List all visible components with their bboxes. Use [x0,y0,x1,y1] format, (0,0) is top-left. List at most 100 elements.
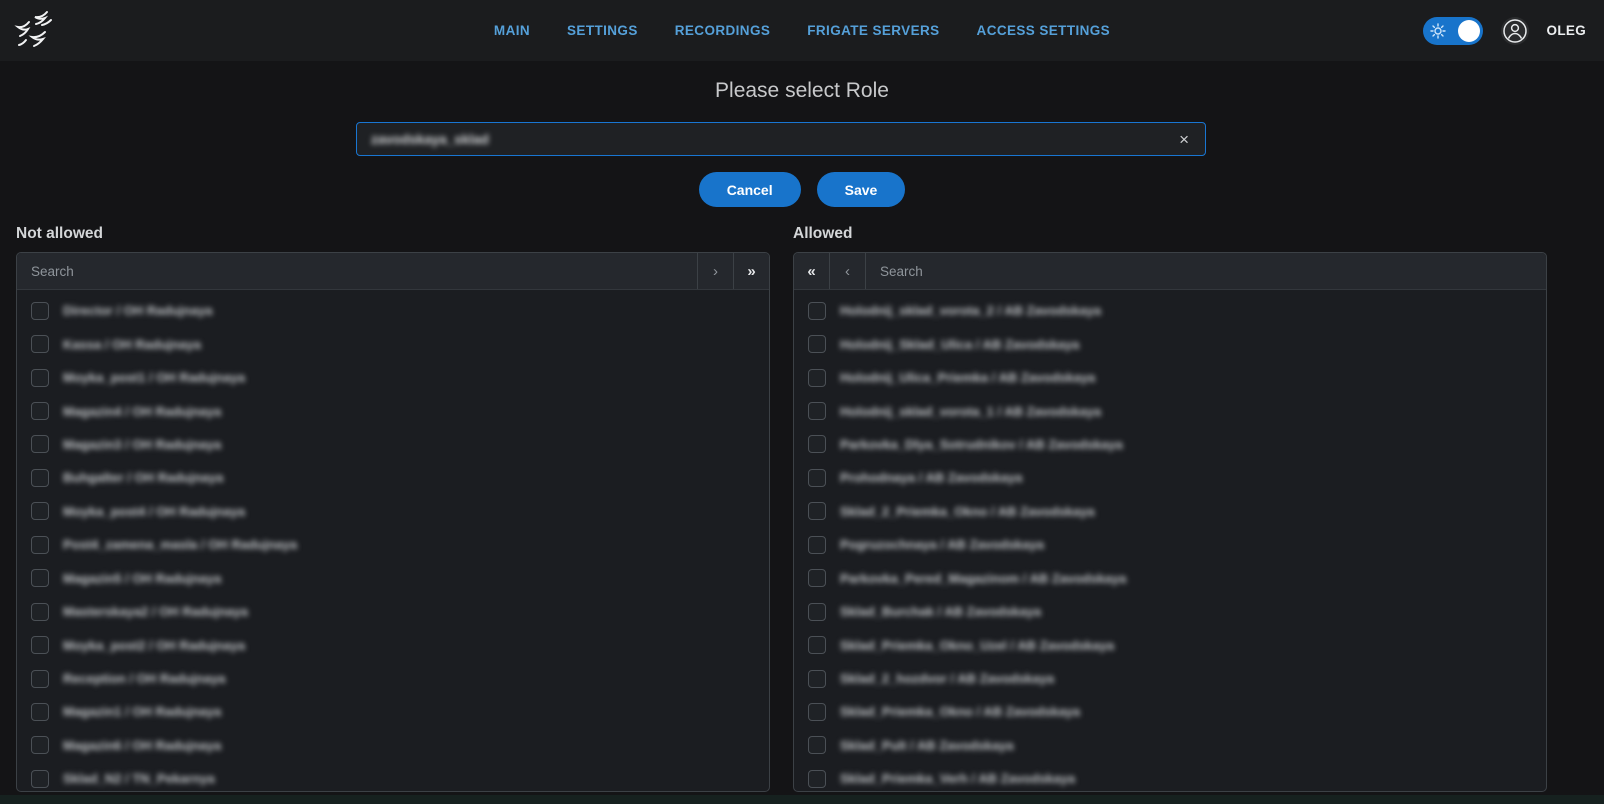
item-checkbox[interactable] [31,770,49,788]
item-checkbox[interactable] [31,435,49,453]
nav-item-settings[interactable]: SETTINGS [567,23,638,38]
item-label: Sklad_Priemka_Okno_Uzel / AB Zavodskaya [840,638,1114,653]
item-checkbox[interactable] [31,703,49,721]
allowed-searchbar: « ‹ [794,253,1546,290]
page-title: Please select Role [0,79,1604,103]
item-checkbox[interactable] [808,636,826,654]
item-checkbox[interactable] [808,469,826,487]
list-item[interactable]: Moyka_post2 / OH Radujnaya [17,628,769,661]
list-item[interactable]: Sklad_Pult / AB Zavodskaya [794,729,1546,762]
item-checkbox[interactable] [808,502,826,520]
nav-item-access-settings[interactable]: ACCESS SETTINGS [977,23,1111,38]
item-label: Sklad_Priemka_Verh / AB Zavodskaya [840,771,1075,786]
save-button[interactable]: Save [817,172,906,207]
theme-toggle[interactable] [1423,17,1483,45]
item-checkbox[interactable] [31,603,49,621]
toggle-knob [1458,20,1480,42]
list-item[interactable]: Post4_zamena_masla / OH Radujnaya [17,528,769,561]
list-item[interactable]: Sklad_Burchak / AB Zavodskaya [794,595,1546,628]
item-checkbox[interactable] [31,335,49,353]
list-item[interactable]: Parkovka_Pered_Magazinom / AB Zavodskaya [794,562,1546,595]
move-selected-left-button chevron-left-icon[interactable]: ‹ [830,253,866,289]
role-input[interactable]: zavodskaya_sklad × [356,122,1206,156]
list-item[interactable]: Prohodnaya / AB Zavodskaya [794,461,1546,494]
move-all-left-button double-chevron-left-icon[interactable]: « [794,253,830,289]
list-item[interactable]: Sklad_Priemka_Okno / AB Zavodskaya [794,695,1546,728]
list-item[interactable]: Magazin4 / OH Radujnaya [17,394,769,427]
move-all-right-button double-chevron-right-icon[interactable]: » [733,253,769,289]
list-item[interactable]: Holodnij_sklad_vorota_1 / AB Zavodskaya [794,394,1546,427]
item-checkbox[interactable] [31,402,49,420]
list-item[interactable]: Magazin6 / OH Radujnaya [17,729,769,762]
list-item[interactable]: Masterskaya2 / OH Radujnaya [17,595,769,628]
item-checkbox[interactable] [31,469,49,487]
user-avatar[interactable] [1501,17,1529,45]
list-item[interactable]: Parkovka_Dlya_Sotrudnikov / AB Zavodskay… [794,428,1546,461]
horizontal-scrollbar[interactable] [0,795,1604,804]
list-item[interactable]: Holodnij_Sklad_Ulica / AB Zavodskaya [794,327,1546,360]
item-checkbox[interactable] [31,569,49,587]
item-checkbox[interactable] [808,770,826,788]
item-checkbox[interactable] [31,369,49,387]
item-checkbox[interactable] [31,736,49,754]
list-item[interactable]: Sklad_Priemka_Okno_Uzel / AB Zavodskaya [794,628,1546,661]
item-checkbox[interactable] [808,435,826,453]
not-allowed-heading: Not allowed [16,225,103,243]
list-item[interactable]: Magazin5 / OH Radujnaya [17,562,769,595]
nav-item-frigate-servers[interactable]: FRIGATE SERVERS [807,23,939,38]
item-checkbox[interactable] [808,703,826,721]
item-label: Holodnij_sklad_vorota_1 / AB Zavodskaya [840,404,1101,419]
list-item[interactable]: Reception / OH Radujnaya [17,662,769,695]
item-label: Pogruzochnaya / AB Zavodskaya [840,537,1044,552]
list-item[interactable]: Sklad_N2 / TN_Pekarnya [17,762,769,792]
list-item[interactable]: Sklad_2_Priemka_Okno / AB Zavodskaya [794,495,1546,528]
item-checkbox[interactable] [31,636,49,654]
item-label: Moyka_post2 / OH Radujnaya [63,638,245,653]
top-navbar: MAIN SETTINGS RECORDINGS FRIGATE SERVERS… [0,0,1604,61]
move-selected-right-button chevron-right-icon[interactable]: › [697,253,733,289]
list-item[interactable]: Director / OH Radujnaya [17,294,769,327]
role-input-value: zavodskaya_sklad [371,132,489,147]
cancel-button[interactable]: Cancel [699,172,801,207]
item-checkbox[interactable] [808,670,826,688]
list-item[interactable]: Magazin1 / OH Radujnaya [17,695,769,728]
item-checkbox[interactable] [808,603,826,621]
not-allowed-list: Director / OH RadujnayaKassa / OH Radujn… [17,290,769,792]
item-checkbox[interactable] [31,536,49,554]
list-item[interactable]: Moyka_post4 / OH Radujnaya [17,495,769,528]
item-label: Sklad_Burchak / AB Zavodskaya [840,604,1041,619]
list-item[interactable]: Pogruzochnaya / AB Zavodskaya [794,528,1546,561]
item-checkbox[interactable] [808,736,826,754]
item-checkbox[interactable] [808,536,826,554]
not-allowed-search-input[interactable] [17,253,697,289]
item-label: Holodnij_Ulica_Priemka / AB Zavodskaya [840,370,1095,385]
item-checkbox[interactable] [808,569,826,587]
item-checkbox[interactable] [31,670,49,688]
item-label: Moyka_post1 / OH Radujnaya [63,370,245,385]
item-checkbox[interactable] [808,402,826,420]
username-label[interactable]: OLEG [1547,23,1586,38]
sun-icon [1430,23,1446,39]
item-label: Sklad_Priemka_Okno / AB Zavodskaya [840,704,1080,719]
list-item[interactable]: Sklad_Priemka_Verh / AB Zavodskaya [794,762,1546,792]
list-item[interactable]: Kassa / OH Radujnaya [17,327,769,360]
list-item[interactable]: Sklad_2_hozdvor / AB Zavodskaya [794,662,1546,695]
item-checkbox[interactable] [808,369,826,387]
list-item[interactable]: Buhgalter / OH Radujnaya [17,461,769,494]
item-checkbox[interactable] [808,335,826,353]
list-item[interactable]: Moyka_post1 / OH Radujnaya [17,361,769,394]
list-item[interactable]: Holodnij_Ulica_Priemka / AB Zavodskaya [794,361,1546,394]
nav-item-recordings[interactable]: RECORDINGS [675,23,771,38]
frigate-birds-logo-icon[interactable] [14,8,58,52]
nav-item-main[interactable]: MAIN [494,23,530,38]
allowed-search-input[interactable] [866,253,1546,289]
list-item[interactable]: Holodnij_sklad_vorota_2 / AB Zavodskaya [794,294,1546,327]
clear-input-x-icon[interactable]: × [1175,129,1193,150]
item-checkbox[interactable] [808,302,826,320]
main-nav: MAIN SETTINGS RECORDINGS FRIGATE SERVERS… [502,23,1102,38]
item-checkbox[interactable] [31,302,49,320]
person-circle-icon [1502,18,1528,44]
list-item[interactable]: Magazin3 / OH Radujnaya [17,428,769,461]
item-checkbox[interactable] [31,502,49,520]
page: MAIN SETTINGS RECORDINGS FRIGATE SERVERS… [0,0,1604,804]
